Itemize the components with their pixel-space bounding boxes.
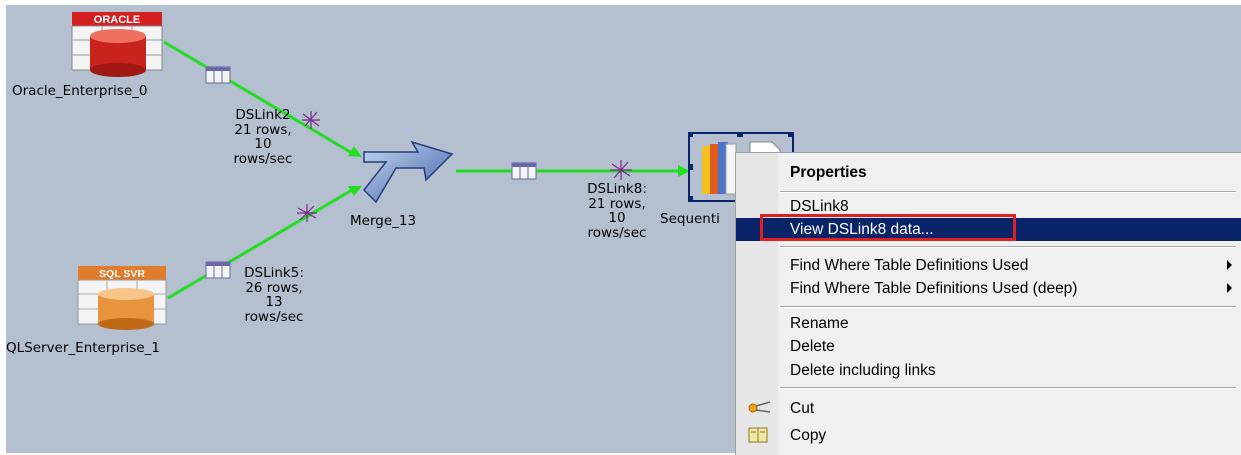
link-table-icon-dslink5 xyxy=(205,261,231,279)
dslink5-rate-unit: rows/sec xyxy=(244,308,304,325)
copy-icon xyxy=(748,427,768,443)
merge-stage[interactable] xyxy=(360,140,456,204)
menu-item-find-where-used[interactable]: Find Where Table Definitions Used xyxy=(736,254,1241,277)
menu-item-label: Properties xyxy=(790,164,867,181)
dslink2-name: DSLink2 xyxy=(235,107,291,123)
menu-item-rename[interactable]: Rename xyxy=(736,312,1241,335)
dslink2-rate-value: 10 xyxy=(254,136,272,152)
sqlserver-stage[interactable]: SQL SVR xyxy=(74,264,178,330)
dslink8-name: DSLink8: xyxy=(587,181,647,197)
dslink8-rate-value: 10 xyxy=(608,210,626,226)
oracle-badge: ORACLE xyxy=(94,14,140,26)
menu-item-label: Delete xyxy=(790,338,835,355)
context-menu: Properties DSLink8 View DSLink8 data... … xyxy=(735,152,1241,455)
dslink2-rate-unit: rows/sec xyxy=(233,150,293,167)
dslink8-stats[interactable]: DSLink8: 21 rows, 10 rows/sec xyxy=(584,182,650,240)
dslink5-stats[interactable]: DSLink5: 26 rows, 13 rows/sec xyxy=(236,266,312,324)
menu-separator xyxy=(780,246,1236,248)
menu-item-label: Cut xyxy=(790,400,815,417)
menu-item-copy[interactable]: Copy xyxy=(736,424,1241,447)
menu-item-label: Delete including links xyxy=(790,362,936,379)
menu-item-label: Copy xyxy=(790,427,827,444)
selection-handle xyxy=(788,131,794,137)
menu-item-cut[interactable]: Cut xyxy=(736,397,1241,420)
highlight-box xyxy=(760,214,1016,241)
oracle-stage-label[interactable]: Oracle_Enterprise_0 xyxy=(12,84,147,99)
menu-item-delete[interactable]: Delete xyxy=(736,335,1241,358)
menu-item-find-where-used-deep[interactable]: Find Where Table Definitions Used (deep) xyxy=(736,277,1241,300)
dslink5-rows: 26 rows, xyxy=(245,279,303,296)
sqlserver-stage-label[interactable]: QLServer_Enterprise_1 xyxy=(6,341,160,356)
sqlserver-database-icon: SQL SVR xyxy=(77,266,167,330)
link-table-icon-dslink2 xyxy=(205,66,231,84)
menu-item-label: Rename xyxy=(790,315,849,332)
dslink2-stats[interactable]: DSLink2 21 rows, 10 rows/sec xyxy=(228,108,298,166)
submenu-arrow-icon xyxy=(1227,260,1232,270)
menu-item-delete-including-links[interactable]: Delete including links xyxy=(736,359,1241,382)
dslink5-name: DSLink5: xyxy=(244,265,304,281)
menu-separator xyxy=(780,387,1236,389)
sqlserver-badge: SQL SVR xyxy=(99,268,145,280)
link-table-icon-dslink8 xyxy=(511,162,537,180)
scissors-icon xyxy=(748,401,771,413)
partition-marker-dslink5 xyxy=(297,204,317,222)
submenu-arrow-icon xyxy=(1227,283,1232,293)
merge-stage-label[interactable]: Merge_13 xyxy=(350,214,416,229)
dslink8-rate-unit: rows/sec xyxy=(587,224,647,241)
merge-arrow-icon xyxy=(362,140,454,204)
sequential-stage-label[interactable]: Sequenti xyxy=(660,212,720,227)
menu-item-properties[interactable]: Properties xyxy=(736,161,1241,184)
menu-item-label: Find Where Table Definitions Used xyxy=(790,257,1029,274)
job-design-canvas[interactable]: ORACLE Oracle_Enterprise_0 SQL SVR QLSer… xyxy=(0,0,1241,455)
selection-handle xyxy=(687,164,693,170)
menu-item-label: Find Where Table Definitions Used (deep) xyxy=(790,280,1078,297)
oracle-database-icon: ORACLE xyxy=(71,12,163,77)
menu-separator xyxy=(780,191,1236,193)
dslink2-rows: 21 rows, xyxy=(234,121,292,138)
selection-handle xyxy=(737,131,743,137)
oracle-stage[interactable]: ORACLE xyxy=(66,10,170,78)
dslink5-rate-value: 13 xyxy=(265,294,283,310)
menu-separator xyxy=(780,306,1236,308)
selection-handle xyxy=(687,131,693,137)
partition-marker-dslink8 xyxy=(610,160,632,180)
dslink8-rows: 21 rows, xyxy=(588,195,646,212)
selection-handle xyxy=(687,196,693,202)
